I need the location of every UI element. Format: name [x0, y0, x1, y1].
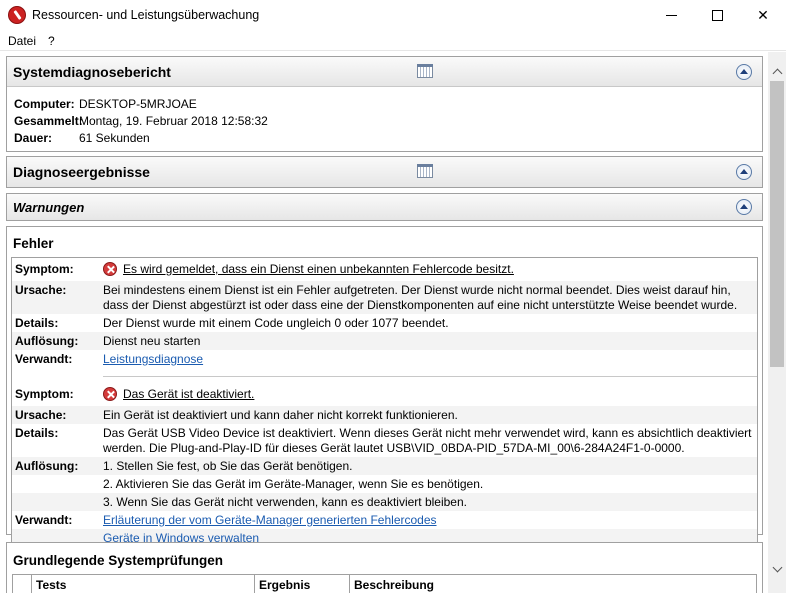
error-icon [103, 262, 117, 276]
scroll-down-button[interactable] [768, 561, 786, 578]
collapse-icon[interactable] [736, 64, 752, 80]
basic-checks-table-header: Tests Ergebnis Beschreibung [12, 574, 757, 593]
error-resolution-row: Auflösung: 1. Stellen Sie fest, ob Sie d… [12, 457, 757, 475]
app-icon [8, 6, 26, 24]
divider [103, 376, 757, 377]
column-tests[interactable]: Tests [31, 575, 255, 593]
diagnose-results-panel: Diagnoseergebnisse [6, 156, 763, 188]
error-details-row: Details: Das Gerät USB Video Device ist … [15, 426, 752, 455]
info-row-duration: Dauer: 61 Sekunden [14, 130, 150, 145]
error-related-row: Verwandt: Leistungsdiagnose [15, 352, 204, 366]
error-details-row: Details: Der Dienst wurde mit einem Code… [15, 316, 449, 330]
warnings-header[interactable]: Warnungen [7, 194, 762, 220]
error-symptom[interactable]: Es wird gemeldet, dass ein Dienst einen … [123, 262, 514, 276]
errors-title: Fehler [13, 236, 54, 251]
related-link[interactable]: Leistungsdiagnose [103, 352, 203, 366]
title-bar: Ressourcen- und Leistungsüberwachung ✕ [0, 0, 786, 31]
chevron-down-icon [772, 562, 782, 573]
report-view-icon[interactable] [417, 164, 433, 178]
errors-panel: Fehler Symptom: Es wird gemeldet, dass e… [6, 226, 763, 548]
report-content: Systemdiagnosebericht Computer: DESKTOP-… [0, 52, 768, 593]
error-resolution-row: 3. Wenn Sie das Gerät nicht verwenden, k… [12, 493, 757, 511]
info-row-collected: Gesammelt: Montag, 19. Februar 2018 12:5… [14, 113, 268, 128]
error-related-row: Verwandt: Erläuterung der vom Geräte-Man… [15, 513, 437, 527]
report-view-icon[interactable] [417, 64, 433, 78]
column-description[interactable]: Beschreibung [350, 575, 756, 593]
close-button[interactable]: ✕ [740, 0, 786, 31]
minimize-icon [665, 15, 677, 16]
system-report-title: Systemdiagnosebericht [13, 64, 171, 80]
error-resolution-row: 2. Aktivieren Sie das Gerät im Geräte-Ma… [103, 477, 484, 491]
error-icon [103, 387, 117, 401]
collapse-icon[interactable] [736, 164, 752, 180]
error-resolution-row: Auflösung: Dienst neu starten [12, 332, 757, 350]
close-icon: ✕ [757, 7, 769, 24]
error-cause-row: Ursache: Bei mindestens einem Dienst ist… [12, 281, 757, 314]
scroll-up-button[interactable] [768, 63, 786, 80]
errors-list: Symptom: Es wird gemeldet, dass ein Dien… [11, 257, 758, 548]
scrollbar-thumb[interactable] [770, 81, 784, 367]
error-cause-row: Ursache: Ein Gerät ist deaktiviert und k… [12, 406, 757, 424]
info-row-computer: Computer: DESKTOP-5MRJOAE [14, 96, 197, 111]
system-report-header[interactable]: Systemdiagnosebericht [7, 57, 762, 87]
error-symptom-row: Symptom: Das Gerät ist deaktiviert. [15, 387, 255, 401]
chevron-up-icon [772, 68, 782, 79]
diagnose-results-header[interactable]: Diagnoseergebnisse [7, 157, 762, 187]
system-report-panel: Systemdiagnosebericht Computer: DESKTOP-… [6, 56, 763, 152]
menu-bar: Datei ? [0, 31, 786, 51]
minimize-button[interactable] [648, 0, 694, 31]
basic-checks-panel: Grundlegende Systemprüfungen Tests Ergeb… [6, 542, 763, 593]
error-symptom-row: Symptom: Es wird gemeldet, dass ein Dien… [15, 262, 514, 276]
related-link[interactable]: Erläuterung der vom Geräte-Manager gener… [103, 513, 437, 527]
vertical-scrollbar[interactable] [768, 52, 786, 593]
maximize-icon [711, 10, 723, 21]
basic-checks-title: Grundlegende Systemprüfungen [13, 553, 224, 568]
menu-file[interactable]: Datei [8, 34, 36, 48]
window-title: Ressourcen- und Leistungsüberwachung [32, 8, 260, 22]
column-result[interactable]: Ergebnis [255, 575, 350, 593]
maximize-button[interactable] [694, 0, 740, 31]
warnings-panel: Warnungen [6, 193, 763, 221]
diagnose-results-title: Diagnoseergebnisse [13, 164, 150, 180]
error-symptom[interactable]: Das Gerät ist deaktiviert. [123, 387, 254, 401]
warnings-title: Warnungen [13, 200, 85, 215]
menu-help[interactable]: ? [48, 34, 55, 48]
collapse-icon[interactable] [736, 199, 752, 215]
